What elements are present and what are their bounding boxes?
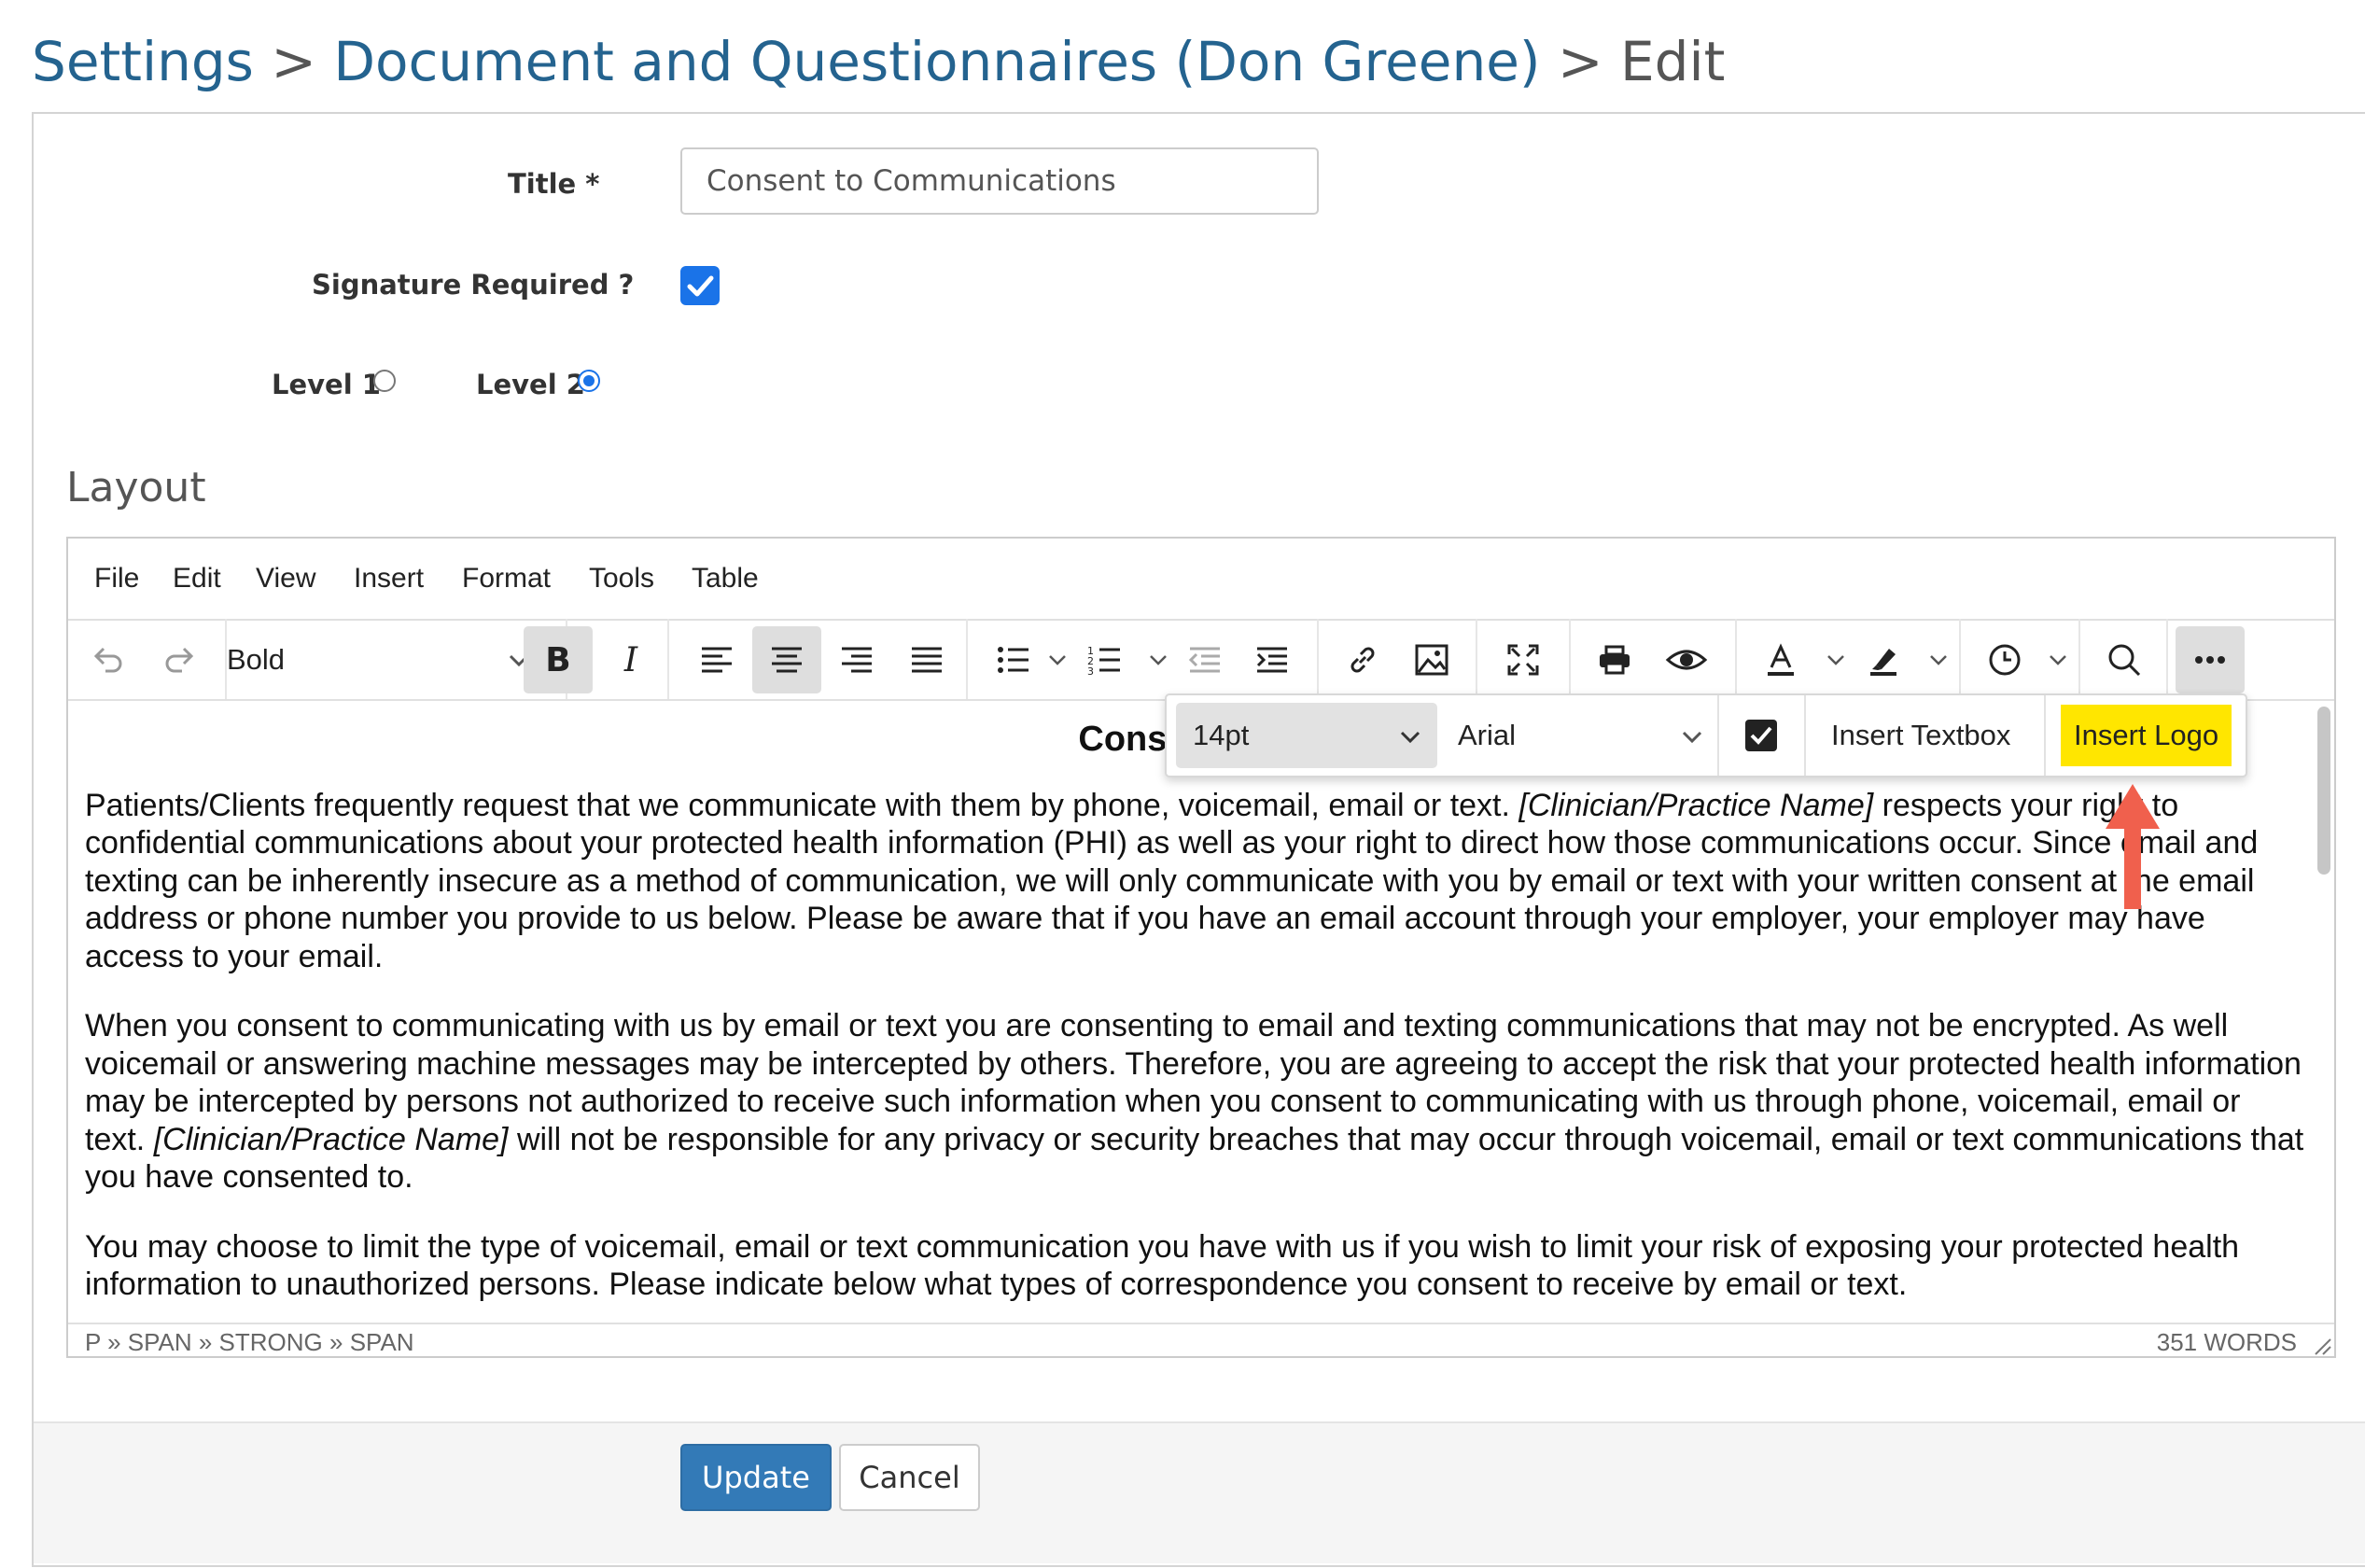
- editor-statusbar: P » SPAN » STRONG » SPAN 351 WORDS: [68, 1323, 2334, 1356]
- document-paragraph: Patients/Clients frequently request that…: [85, 787, 2259, 974]
- chevron-down-icon[interactable]: [1046, 626, 1069, 693]
- svg-text:3: 3: [1087, 665, 1094, 677]
- menu-tools[interactable]: Tools: [589, 563, 654, 595]
- element-path[interactable]: P » SPAN » STRONG » SPAN: [85, 1328, 414, 1356]
- font-size-value: 14pt: [1193, 719, 1250, 751]
- editor-scrollbar[interactable]: [2317, 707, 2330, 875]
- chevron-down-icon[interactable]: [1147, 626, 1169, 693]
- link-icon[interactable]: [1330, 626, 1395, 693]
- clock-icon[interactable]: [1972, 626, 2037, 693]
- search-icon[interactable]: [2092, 626, 2157, 693]
- image-icon[interactable]: [1399, 626, 1464, 693]
- outdent-icon[interactable]: [1175, 626, 1235, 693]
- form-footer: [34, 1421, 2365, 1563]
- align-center-icon[interactable]: [752, 626, 821, 693]
- checkbox-toggle-icon[interactable]: [1743, 695, 1781, 776]
- chevron-down-icon[interactable]: [1927, 626, 1950, 693]
- document-paragraph: You may choose to limit the type of voic…: [85, 1228, 2240, 1303]
- signature-required-label: Signature Required ?: [312, 269, 635, 301]
- breadcrumb-separator: >: [1557, 30, 1603, 93]
- fullscreen-icon[interactable]: [1490, 626, 1556, 693]
- cancel-button[interactable]: Cancel: [839, 1444, 980, 1511]
- highlight-icon[interactable]: [1851, 626, 1916, 693]
- level1-radio[interactable]: [373, 370, 396, 392]
- breadcrumb-settings-link[interactable]: Settings: [32, 30, 254, 93]
- breadcrumb-current: Edit: [1620, 30, 1726, 93]
- more-icon[interactable]: [2176, 626, 2245, 693]
- menu-edit[interactable]: Edit: [173, 563, 221, 595]
- font-family-value: Arial: [1458, 719, 1517, 751]
- popup-divider: [1717, 695, 1719, 776]
- toolbar-divider: [966, 619, 968, 699]
- font-size-select[interactable]: 14pt: [1176, 703, 1437, 768]
- block-format-select[interactable]: Bold: [227, 626, 553, 693]
- toolbar-divider: [1959, 619, 1961, 699]
- font-family-select[interactable]: Arial: [1458, 695, 1719, 776]
- insert-logo-button[interactable]: Insert Logo: [2061, 705, 2232, 766]
- document-content[interactable]: Consent for C Patients/Clients frequentl…: [85, 702, 2306, 1336]
- align-justify-icon[interactable]: [894, 626, 959, 693]
- update-button[interactable]: Update: [680, 1444, 832, 1511]
- redo-icon[interactable]: [152, 626, 208, 693]
- preview-icon[interactable]: [1651, 626, 1722, 693]
- menu-view[interactable]: View: [256, 563, 315, 595]
- title-label: Title *: [508, 168, 600, 200]
- annotation-arrow-icon: [2106, 784, 2160, 909]
- toolbar-divider: [2166, 619, 2168, 699]
- italic-icon[interactable]: I: [598, 626, 664, 693]
- indent-icon[interactable]: [1242, 626, 1302, 693]
- breadcrumb: Settings > Document and Questionnaires (…: [32, 26, 1725, 97]
- align-right-icon[interactable]: [824, 626, 889, 693]
- editor-menubar: File Edit View Insert Format Tools Table: [68, 539, 2334, 621]
- block-format-value: Bold: [227, 643, 286, 676]
- editor-toolbar: Bold B I 123: [68, 619, 2334, 701]
- align-left-icon[interactable]: [684, 626, 749, 693]
- menu-table[interactable]: Table: [692, 563, 759, 595]
- toolbar-divider: [1735, 619, 1737, 699]
- chevron-down-icon: [1680, 723, 1704, 757]
- checkmark-icon: [687, 275, 714, 297]
- bullet-list-icon[interactable]: [981, 626, 1046, 693]
- popup-divider: [2044, 695, 2046, 776]
- bold-icon[interactable]: B: [524, 626, 593, 693]
- title-input[interactable]: [680, 147, 1319, 215]
- chevron-down-icon: [1398, 723, 1422, 757]
- toolbar-divider: [667, 619, 669, 699]
- word-count: 351 WORDS: [2156, 1328, 2297, 1356]
- toolbar-divider: [1569, 619, 1571, 699]
- toolbar-divider: [2078, 619, 2080, 699]
- text-color-icon[interactable]: [1748, 626, 1813, 693]
- rich-text-editor: File Edit View Insert Format Tools Table…: [66, 537, 2336, 1358]
- level1-label: Level 1: [272, 369, 381, 400]
- popup-divider: [1804, 695, 1806, 776]
- breadcrumb-documents-link[interactable]: Document and Questionnaires (Don Greene): [333, 30, 1540, 93]
- level2-radio[interactable]: [578, 370, 600, 392]
- menu-file[interactable]: File: [94, 563, 139, 595]
- insert-textbox-button[interactable]: Insert Textbox: [1831, 695, 2010, 776]
- resize-handle-icon[interactable]: [2312, 1334, 2332, 1356]
- breadcrumb-separator: >: [271, 30, 316, 93]
- signature-required-checkbox[interactable]: [680, 266, 720, 305]
- level2-label: Level 2: [476, 369, 585, 400]
- menu-format[interactable]: Format: [462, 563, 551, 595]
- numbered-list-icon[interactable]: 123: [1074, 626, 1136, 693]
- menu-insert[interactable]: Insert: [354, 563, 424, 595]
- chevron-down-icon[interactable]: [1825, 626, 1847, 693]
- undo-icon[interactable]: [79, 626, 135, 693]
- toolbar-divider: [1476, 619, 1477, 699]
- print-icon[interactable]: [1582, 626, 1647, 693]
- toolbar-divider: [1317, 619, 1319, 699]
- document-paragraph: When you consent to communicating with u…: [85, 1008, 2304, 1195]
- chevron-down-icon[interactable]: [2047, 626, 2069, 693]
- more-toolbar-popup: 14pt Arial Insert Textbox Insert Logo: [1165, 693, 2247, 777]
- layout-heading: Layout: [66, 464, 206, 511]
